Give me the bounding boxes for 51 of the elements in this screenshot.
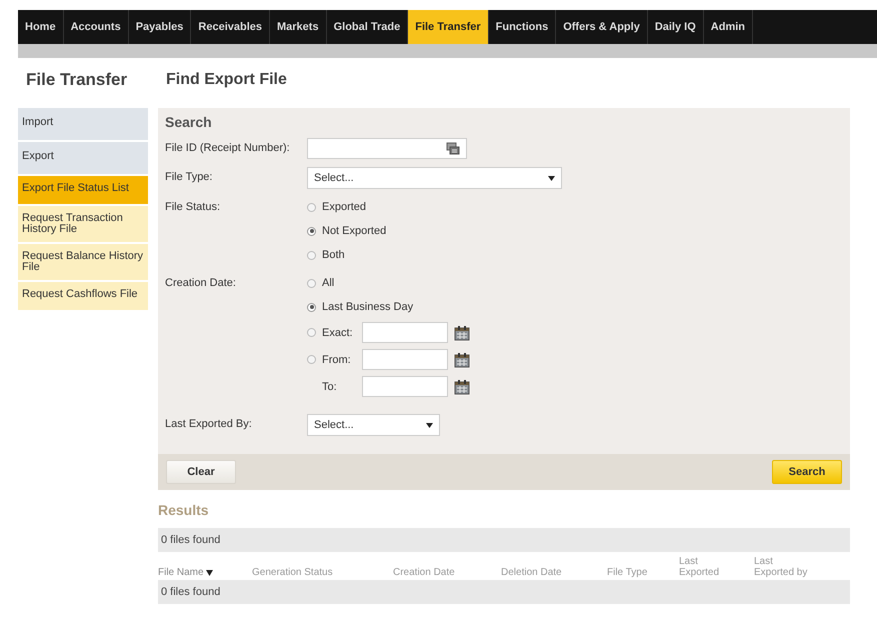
- lookup-icon[interactable]: [446, 142, 460, 155]
- caret-icon[interactable]: [548, 176, 555, 180]
- caret-icon[interactable]: [426, 422, 433, 428]
- column-header[interactable]: File Name: [158, 567, 204, 578]
- results-summary: 0 files found: [158, 528, 850, 552]
- date-field[interactable]: [362, 322, 448, 343]
- sidebar-item[interactable]: Import: [18, 108, 148, 140]
- radio-button[interactable]: [307, 226, 316, 236]
- sort-icon[interactable]: [206, 570, 213, 576]
- sidebar-item[interactable]: Request Balance History File: [18, 244, 148, 280]
- empty-message: 0 files found: [158, 580, 850, 604]
- radio-button[interactable]: [307, 302, 316, 312]
- radio-button[interactable]: [307, 250, 316, 260]
- dropdown[interactable]: Select...: [307, 414, 440, 436]
- field-label: File Status:: [165, 200, 222, 215]
- page-heading: Find Export File: [166, 71, 287, 89]
- radio-button[interactable]: [307, 355, 316, 364]
- field-label: Last Exported By:: [165, 417, 253, 432]
- field-label: File ID (Receipt Number):: [165, 141, 291, 156]
- sidebar-item[interactable]: Request Cashflows File: [18, 282, 148, 310]
- option-label: Last Business Day: [322, 301, 414, 313]
- dropdown-value: Select...: [314, 172, 354, 184]
- field-label: Creation Date:: [165, 276, 237, 291]
- section-title: File Transfer: [25, 70, 128, 90]
- dropdown-value: Select...: [314, 419, 354, 431]
- radio-button[interactable]: [307, 328, 316, 337]
- option-label: From:: [322, 354, 352, 366]
- text-field[interactable]: [307, 138, 467, 159]
- radio-button[interactable]: [307, 202, 316, 212]
- results-title: Results: [158, 502, 210, 518]
- option-label: Not Exported: [322, 225, 386, 237]
- panel-title: Search: [165, 114, 213, 130]
- calendar-icon[interactable]: [454, 324, 470, 340]
- nav-tab[interactable]: File Transfer: [408, 10, 489, 44]
- sidebar-item[interactable]: Export File Status List: [18, 176, 148, 204]
- sidebar-item[interactable]: Request Transaction History File: [18, 206, 148, 242]
- option-label: Exact:: [322, 326, 354, 338]
- option-label: All: [322, 277, 334, 289]
- date-field[interactable]: [362, 376, 448, 397]
- field-label: File Type:: [165, 170, 214, 185]
- sidebar-item[interactable]: Export: [18, 142, 148, 174]
- option-label: Exported: [322, 201, 366, 213]
- calendar-icon[interactable]: [454, 378, 470, 394]
- option-label: Both: [322, 249, 345, 261]
- radio-button[interactable]: [307, 278, 316, 288]
- dropdown[interactable]: Select...: [307, 167, 562, 189]
- search-button[interactable]: Search: [772, 460, 842, 484]
- option-label: To:: [322, 380, 338, 392]
- date-field[interactable]: [362, 349, 448, 370]
- clear-button[interactable]: Clear: [166, 460, 236, 484]
- calendar-icon[interactable]: [454, 352, 470, 368]
